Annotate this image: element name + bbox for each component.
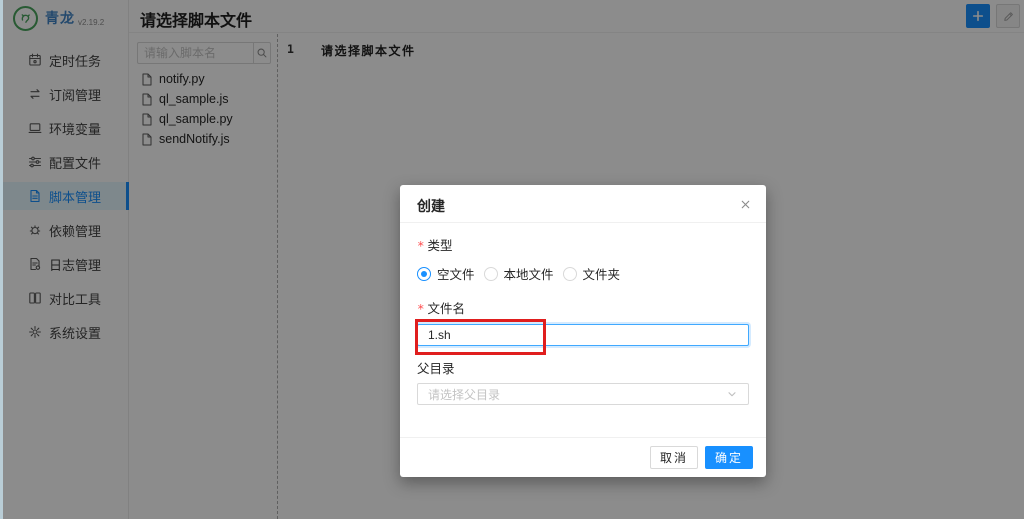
radio-empty-file[interactable]: 空文件: [417, 264, 475, 283]
filename-input[interactable]: [417, 324, 749, 346]
type-field-label: * 类型: [417, 238, 453, 253]
parent-field-label: 父目录: [417, 362, 455, 376]
radio-label: 文件夹: [582, 268, 621, 282]
modal-body: *类型 空文件 本地文件 文件夹 *文件名 父目录: [400, 185, 766, 477]
radio-folder[interactable]: 文件夹: [562, 264, 621, 283]
modal-footer: 取消 确定: [400, 437, 766, 477]
select-placeholder: 请选择父目录: [428, 387, 501, 402]
chevron-down-icon: [726, 388, 738, 400]
radio-label: 本地文件: [503, 268, 554, 282]
ok-button[interactable]: 确定: [704, 446, 753, 469]
radio-icon: [562, 266, 577, 281]
radio-local-file[interactable]: 本地文件: [483, 264, 554, 283]
radio-icon: [483, 266, 498, 281]
parent-directory-select[interactable]: 请选择父目录: [417, 383, 749, 405]
required-mark: *: [417, 301, 425, 316]
window-edge: [0, 0, 3, 519]
filename-field-label: * 文件名: [417, 301, 466, 316]
create-modal: 创建 * 类型 空文件 本地文件 文件夹 * 文件名 1.sh 父目录 请选择父…: [400, 185, 766, 477]
required-mark: *: [417, 238, 425, 253]
type-radio-group: 空文件 本地文件 文件夹: [417, 264, 620, 283]
qinglong-app: 青龙 v2.19.2 定时任务 订阅管理 环境变量 配置文件 脚本管理 依赖管理…: [0, 0, 1024, 519]
radio-label: 空文件: [437, 268, 475, 282]
cancel-button[interactable]: 取消: [649, 446, 698, 469]
radio-icon: [417, 266, 431, 281]
